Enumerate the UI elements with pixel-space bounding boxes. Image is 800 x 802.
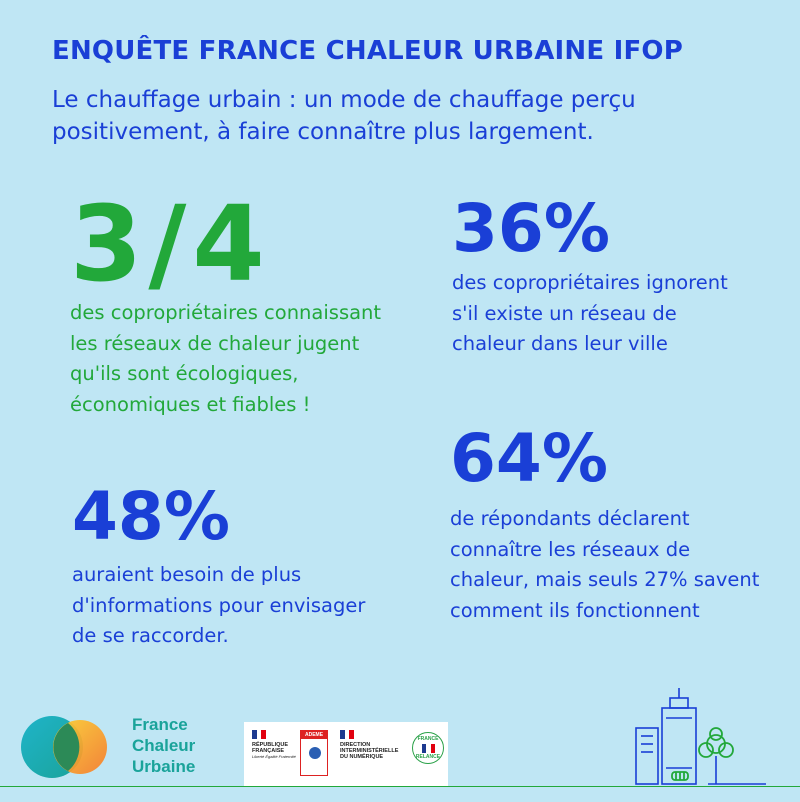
stat-36-percent: 36% des copropriétaires ignorent s'il ex… [452,196,752,360]
ground-line [0,786,800,787]
stat-value: 64% [450,420,608,497]
stat-48-percent: 48% auraient besoin de plus d'informatio… [72,484,392,652]
stat-value: 48% [72,478,230,555]
stat-description: auraient besoin de plus d'informations p… [72,563,366,647]
city-buildings-tree-icon [635,688,766,785]
stat-description: des copropriétaires connaissant les rése… [70,301,382,416]
ademe-logo: ADEME [300,730,328,776]
france-relance-logo: FRANCE RELANCE [412,732,444,764]
stat-three-quarters: 3/4 des copropriétaires connaissant les … [70,192,390,420]
french-flag-icon [422,744,435,753]
french-flag-icon [340,730,355,739]
republique-francaise-logo: RÉPUBLIQUE FRANÇAISE Liberté Égalité Fra… [252,730,296,760]
brand-name: France Chaleur Urbaine [132,715,196,776]
partner-logos-panel: RÉPUBLIQUE FRANÇAISE Liberté Égalité Fra… [244,722,448,786]
stat-value: 3/4 [70,183,271,305]
stat-value: 36% [452,190,610,267]
page-subtitle: Le chauffage urbain : un mode de chauffa… [52,87,636,145]
france-chaleur-urbaine-brand: France Chaleur Urbaine [20,712,220,782]
page-title: ENQUÊTE FRANCE CHALEUR URBAINE IFOP [52,36,683,66]
overlapping-circles-logo-icon [21,716,107,778]
stat-64-percent: 64% de répondants déclarent connaître le… [450,426,770,626]
french-flag-icon [252,730,267,739]
stat-description: des copropriétaires ignorent s'il existe… [452,271,728,355]
stat-description: de répondants déclarent connaître les ré… [450,507,760,622]
ademe-emblem-icon [309,747,321,759]
dinum-logo: DIRECTION INTERMINISTÉRIELLE DU NUMÉRIQU… [340,730,398,760]
